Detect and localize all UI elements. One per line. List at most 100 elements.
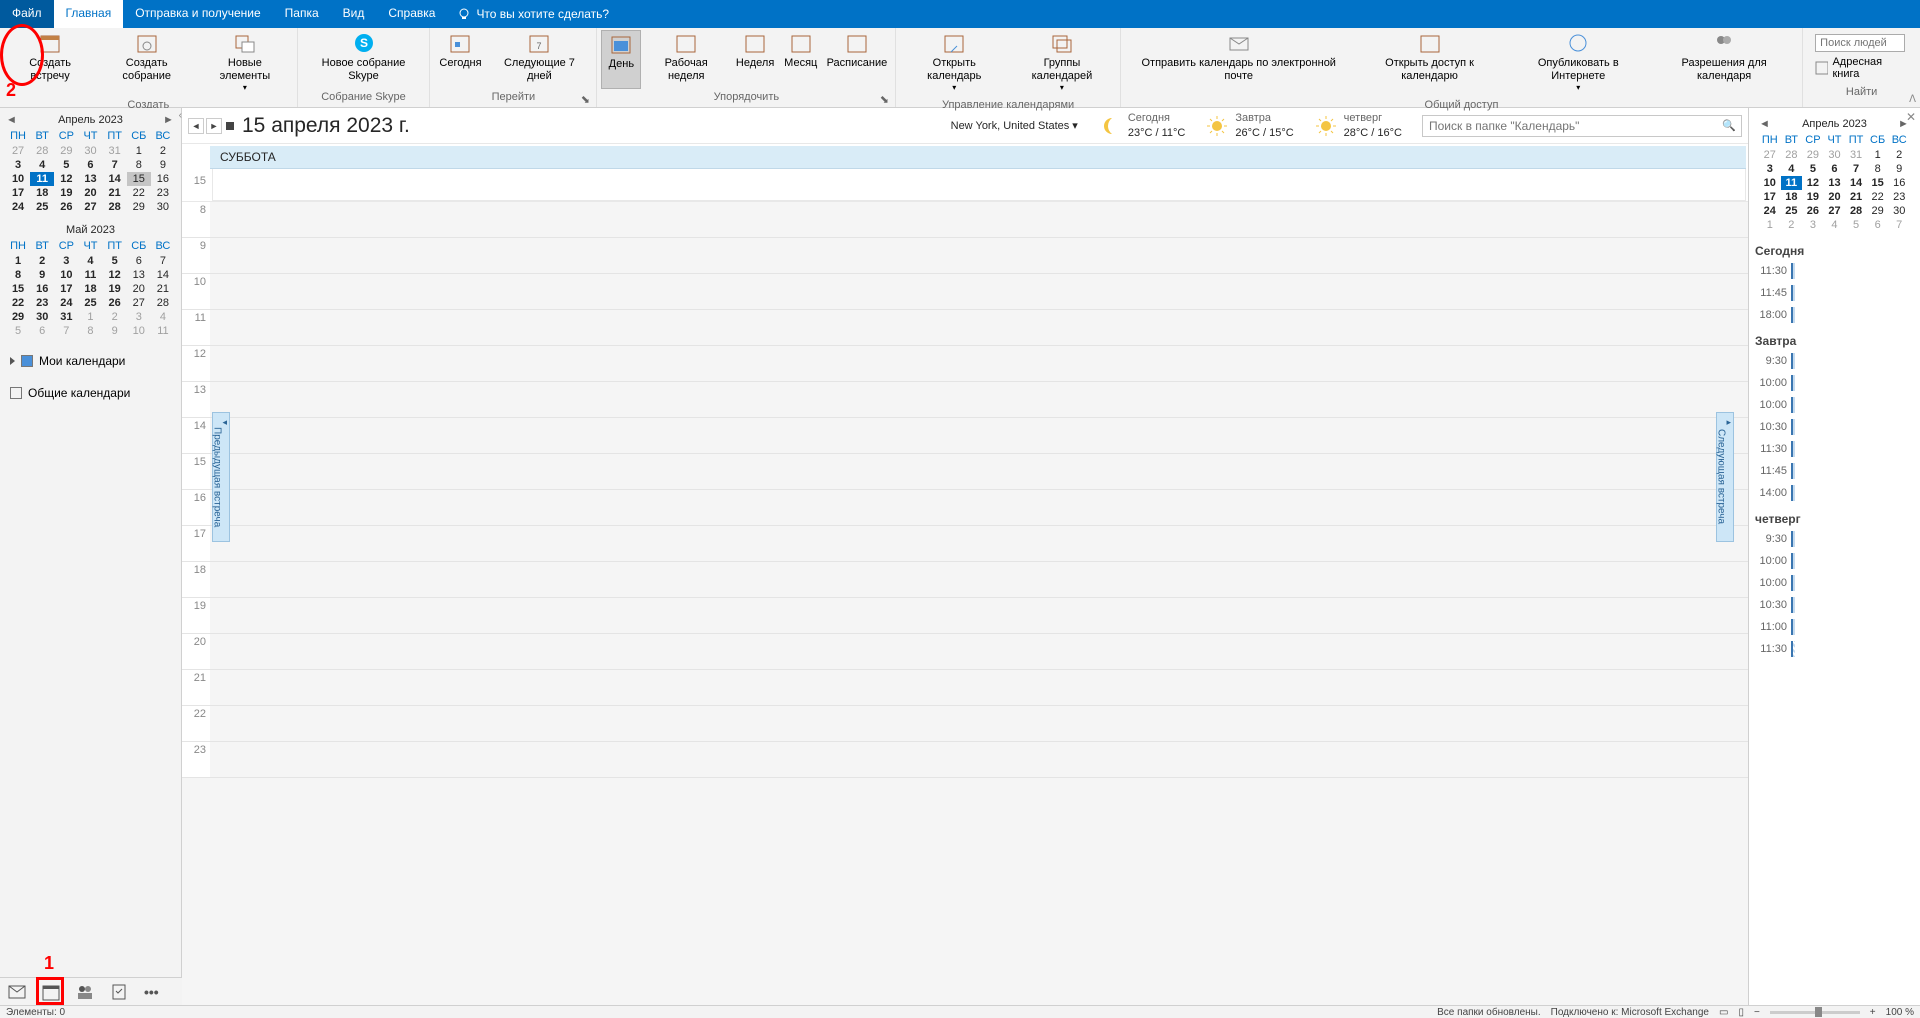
minical-day[interactable]: 18 (1781, 190, 1803, 204)
minical-day[interactable]: 7 (1845, 162, 1867, 176)
tab-help[interactable]: Справка (376, 0, 447, 28)
month-button[interactable]: Месяц (779, 30, 822, 89)
minical-day[interactable]: 18 (30, 186, 54, 200)
minical-day[interactable]: 21 (151, 282, 175, 296)
collapse-ribbon-icon[interactable]: ᐱ (1909, 94, 1916, 105)
minical-day[interactable]: 4 (30, 158, 54, 172)
address-book-button[interactable]: Адресная книга (1815, 56, 1908, 80)
agenda-item[interactable]: 11:30 (1753, 438, 1916, 460)
tab-send-receive[interactable]: Отправка и получение (123, 0, 272, 28)
minical-day[interactable]: 14 (103, 172, 127, 186)
timeslot-row[interactable]: 13 (182, 382, 1748, 418)
minical-day[interactable]: 26 (1802, 204, 1824, 218)
minical-day[interactable]: 6 (127, 254, 151, 268)
minical-day[interactable]: 2 (103, 310, 127, 324)
minical-day[interactable]: 23 (1888, 190, 1910, 204)
timeslot-row[interactable]: 15 (182, 454, 1748, 490)
minical-day[interactable]: 23 (30, 296, 54, 310)
minical-day[interactable]: 30 (1824, 148, 1846, 162)
minical-day[interactable]: 26 (54, 200, 78, 214)
minical-day[interactable]: 15 (6, 282, 30, 296)
timeslot-row[interactable]: 18 (182, 562, 1748, 598)
minical-day[interactable]: 25 (78, 296, 102, 310)
goto-today-icon[interactable] (226, 122, 234, 130)
minical-day[interactable]: 9 (103, 324, 127, 338)
minical-day[interactable]: 20 (127, 282, 151, 296)
minical-day[interactable]: 6 (1867, 218, 1889, 232)
minical-day[interactable]: 11 (151, 324, 175, 338)
people-nav-icon[interactable] (76, 983, 94, 1001)
timeslot-row[interactable]: 9 (182, 238, 1748, 274)
minical-day[interactable]: 22 (6, 296, 30, 310)
minical-day[interactable]: 10 (6, 172, 30, 186)
minical-day[interactable]: 2 (1888, 148, 1910, 162)
agenda-item[interactable]: 10:30 (1753, 416, 1916, 438)
agenda-item[interactable]: 11:00 (1753, 616, 1916, 638)
share-calendar-button[interactable]: Открыть доступ к календарю (1353, 30, 1507, 97)
agenda-item[interactable]: 11:45 (1753, 282, 1916, 304)
minical-day[interactable]: 31 (54, 310, 78, 324)
new-items-button[interactable]: Новые элементы▾ (197, 30, 292, 97)
minical-day[interactable]: 1 (6, 254, 30, 268)
calendar-permissions-button[interactable]: Разрешения для календаря (1650, 30, 1798, 97)
minical-day[interactable]: 9 (151, 158, 175, 172)
minical-day[interactable]: 27 (1824, 204, 1846, 218)
email-calendar-button[interactable]: Отправить календарь по электронной почте (1125, 30, 1353, 97)
open-calendar-button[interactable]: Открыть календарь▾ (900, 30, 1008, 97)
minical-day[interactable]: 5 (1845, 218, 1867, 232)
minical-day[interactable]: 29 (1802, 148, 1824, 162)
agenda-item[interactable]: 14:00 (1753, 482, 1916, 504)
minical-day[interactable]: 24 (6, 200, 30, 214)
minical-day[interactable]: 28 (30, 144, 54, 158)
timeslot-row[interactable]: 23 (182, 742, 1748, 778)
magnifier-icon[interactable]: 🔍 (1722, 119, 1736, 132)
minical-day[interactable]: 22 (1867, 190, 1889, 204)
minical-day[interactable]: 12 (54, 172, 78, 186)
search-people-input[interactable] (1815, 34, 1905, 52)
timeslot-row[interactable]: 22 (182, 706, 1748, 742)
minical-day[interactable]: 3 (54, 254, 78, 268)
checkbox-icon[interactable] (10, 387, 22, 399)
zoom-in-icon[interactable]: + (1870, 1007, 1876, 1018)
agenda-item[interactable]: 11:45 (1753, 460, 1916, 482)
tab-home[interactable]: Главная (54, 0, 124, 28)
tab-view[interactable]: Вид (331, 0, 377, 28)
minical-day[interactable]: 7 (1888, 218, 1910, 232)
minical-day[interactable]: 6 (1824, 162, 1846, 176)
minical-day[interactable]: 26 (103, 296, 127, 310)
zoom-slider[interactable] (1770, 1011, 1860, 1014)
minical-day[interactable]: 31 (1845, 148, 1867, 162)
timeslot-row[interactable]: 8 (182, 202, 1748, 238)
minical-day[interactable]: 4 (1824, 218, 1846, 232)
view-reading-icon[interactable]: ▯ (1738, 1007, 1744, 1018)
minical-day[interactable]: 18 (78, 282, 102, 296)
minical-day[interactable]: 9 (30, 268, 54, 282)
calendar-nav-icon[interactable] (42, 983, 60, 1001)
minical-day[interactable]: 11 (1781, 176, 1803, 190)
minical-day[interactable]: 17 (54, 282, 78, 296)
agenda-item[interactable]: 11:30 (1753, 260, 1916, 282)
minical-day[interactable]: 27 (78, 200, 102, 214)
minical-day[interactable]: 16 (1888, 176, 1910, 190)
my-calendars-group[interactable]: Мои календари (10, 350, 171, 372)
minical-day[interactable]: 25 (1781, 204, 1803, 218)
agenda-item[interactable]: 10:00 (1753, 572, 1916, 594)
new-appointment-button[interactable]: Создать встречу (4, 30, 96, 97)
calendar-groups-button[interactable]: Группы календарей▾ (1008, 30, 1116, 97)
new-skype-meeting-button[interactable]: S Новое собрание Skype (302, 30, 426, 89)
agenda-item[interactable]: 10:00 (1753, 372, 1916, 394)
minical-day[interactable]: 30 (1888, 204, 1910, 218)
next-appointment-bar[interactable]: ▸Следующая встреча (1716, 412, 1734, 542)
minical-prev-icon[interactable]: ◄ (6, 114, 18, 126)
minical-day[interactable]: 6 (78, 158, 102, 172)
minical-day[interactable]: 1 (1759, 218, 1781, 232)
collapse-left-icon[interactable]: ‹ (179, 110, 182, 121)
minical-day[interactable]: 3 (127, 310, 151, 324)
minical-day[interactable]: 5 (54, 158, 78, 172)
minical-day[interactable]: 4 (151, 310, 175, 324)
minical-day[interactable]: 2 (30, 254, 54, 268)
minical-day[interactable]: 9 (1888, 162, 1910, 176)
minical-day[interactable]: 5 (6, 324, 30, 338)
minical-day[interactable]: 30 (30, 310, 54, 324)
agenda-item[interactable]: 9:30 (1753, 528, 1916, 550)
